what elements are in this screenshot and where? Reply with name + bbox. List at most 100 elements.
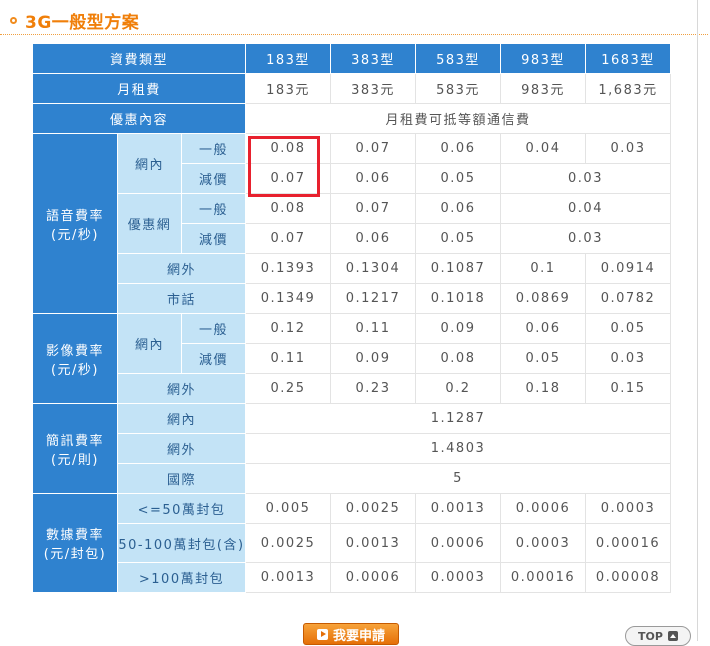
offer-label: 優惠內容 [32, 103, 246, 134]
cell: 1.4803 [245, 433, 671, 464]
cell: 0.0003 [585, 493, 671, 524]
cell: 0.03 [585, 133, 671, 164]
cell: 0.0025 [245, 523, 331, 563]
cell: 0.2 [415, 373, 501, 404]
cell: 0.06 [330, 163, 416, 194]
voice-landline-label: 市話 [117, 283, 246, 314]
cell: 583元 [415, 73, 501, 104]
cell: 0.00008 [585, 562, 671, 593]
circle-bullet-icon [10, 16, 17, 24]
rate-table: 資費類型 183型 383型 583型 983型 1683型 月租費 183元 … [32, 43, 671, 593]
voice-offnet-label: 網外 [117, 253, 246, 284]
cell: 0.06 [330, 223, 416, 254]
voice-preferred-label: 優惠網 [117, 193, 182, 254]
cell: 0.0782 [585, 283, 671, 314]
data-tier1-label: <=50萬封包 [117, 493, 246, 524]
table-row: 數據費率(元/封包) <=50萬封包 0.005 0.0025 0.0013 0… [32, 493, 671, 593]
cell: 0.0013 [245, 562, 331, 593]
table-row: 語音費率(元/秒) 網內 一般 0.08 0.07 0.06 0.04 0.03 [32, 133, 671, 314]
table-row: 網外 0.25 0.23 0.2 0.18 0.15 [33, 373, 671, 404]
cell: 0.09 [415, 313, 501, 344]
cell: 0.05 [415, 223, 501, 254]
cell: 0.11 [330, 313, 416, 344]
cell: 0.03 [500, 223, 671, 254]
table-row: 簡訊費率(元/則) 網內 1.1287 [32, 403, 671, 494]
cell: 1,683元 [585, 73, 671, 104]
voice-onnet-discount-label: 減價 [181, 163, 246, 194]
voice-rate-text: 語音費率(元/秒) [45, 208, 104, 243]
cell: 0.1393 [245, 253, 331, 284]
cell: 0.0013 [330, 523, 416, 563]
cell: 0.23 [330, 373, 416, 404]
sms-onnet-label: 網內 [117, 403, 246, 434]
cell: 0.03 [500, 163, 671, 194]
plan-type-label: 資費類型 [32, 43, 246, 74]
cell: 0.0006 [500, 493, 586, 524]
table-row: 國際 5 [33, 463, 671, 494]
cell: 5 [245, 463, 671, 494]
cell: 0.0013 [415, 493, 501, 524]
cell: 0.06 [415, 133, 501, 164]
cell: 0.0003 [415, 562, 501, 593]
cell: 0.25 [245, 373, 331, 404]
cell: 0.06 [500, 313, 586, 344]
cell: 0.1018 [415, 283, 501, 314]
cell: 0.11 [245, 343, 331, 374]
cell: 0.1087 [415, 253, 501, 284]
cell: 0.0006 [330, 562, 416, 593]
monthly-fee-label: 月租費 [32, 73, 246, 104]
plan-header-383: 383型 [330, 43, 416, 74]
back-to-top-button[interactable]: TOP [625, 626, 691, 646]
apply-button[interactable]: 我要申請 [303, 623, 399, 645]
page-border [697, 0, 698, 641]
cell: 0.05 [415, 163, 501, 194]
voice-preferred-discount-label: 減價 [181, 223, 246, 254]
data-rate-label: 數據費率(元/封包) [32, 493, 118, 593]
cell: 0.08 [245, 193, 331, 224]
section-heading: 3G一般型方案 [10, 6, 139, 34]
cell: 0.04 [500, 133, 586, 164]
voice-rate-label: 語音費率(元/秒) [32, 133, 118, 314]
video-rate-label: 影像費率(元/秒) [32, 313, 118, 404]
cell: 383元 [330, 73, 416, 104]
cell: 0.08 [415, 343, 501, 374]
table-row: 市話 0.1349 0.1217 0.1018 0.0869 0.0782 [33, 283, 671, 314]
play-icon [316, 628, 328, 640]
cell: 0.07 [245, 163, 331, 194]
plan-header-983: 983型 [500, 43, 586, 74]
video-onnet-label: 網內 [117, 313, 182, 374]
table-row: 50-100萬封包(含) 0.0025 0.0013 0.0006 0.0003… [33, 523, 671, 563]
cell: 0.0003 [500, 523, 586, 563]
section-title: 3G一般型方案 [25, 12, 140, 33]
cell: 0.0869 [500, 283, 586, 314]
cell: 0.08 [245, 133, 331, 164]
table-row: >100萬封包 0.0013 0.0006 0.0003 0.00016 0.0… [33, 562, 671, 593]
cell: 0.0006 [415, 523, 501, 563]
cell: 0.03 [585, 343, 671, 374]
table-row: 影像費率(元/秒) 網內 一般 0.12 0.11 0.09 0.06 0.05 [32, 313, 671, 404]
offer-value: 月租費可抵等額通信費 [245, 103, 671, 134]
cell: 0.07 [245, 223, 331, 254]
voice-onnet-label: 網內 [117, 133, 182, 194]
cell: 0.00016 [585, 523, 671, 563]
dotted-divider [0, 34, 708, 35]
cell: 0.05 [500, 343, 586, 374]
voice-onnet-general-label: 一般 [181, 133, 246, 164]
table-header-row: 資費類型 183型 383型 583型 983型 1683型 [32, 43, 671, 74]
cell: 983元 [500, 73, 586, 104]
table-row: 優惠內容 月租費可抵等額通信費 [32, 103, 671, 134]
arrow-up-icon [667, 631, 678, 641]
cell: 0.04 [500, 193, 671, 224]
data-tier3-label: >100萬封包 [117, 562, 246, 593]
cell: 0.00016 [500, 562, 586, 593]
cell: 0.1349 [245, 283, 331, 314]
cell: 0.12 [245, 313, 331, 344]
table-row: 優惠網 一般 0.08 0.07 0.06 0.04 [33, 193, 671, 254]
cell: 0.09 [330, 343, 416, 374]
cell: 0.07 [330, 133, 416, 164]
plan-header-583: 583型 [415, 43, 501, 74]
table-row: 月租費 183元 383元 583元 983元 1,683元 [32, 73, 671, 104]
cell: 0.18 [500, 373, 586, 404]
plan-header-183: 183型 [245, 43, 331, 74]
table-row: 網外 1.4803 [33, 433, 671, 464]
